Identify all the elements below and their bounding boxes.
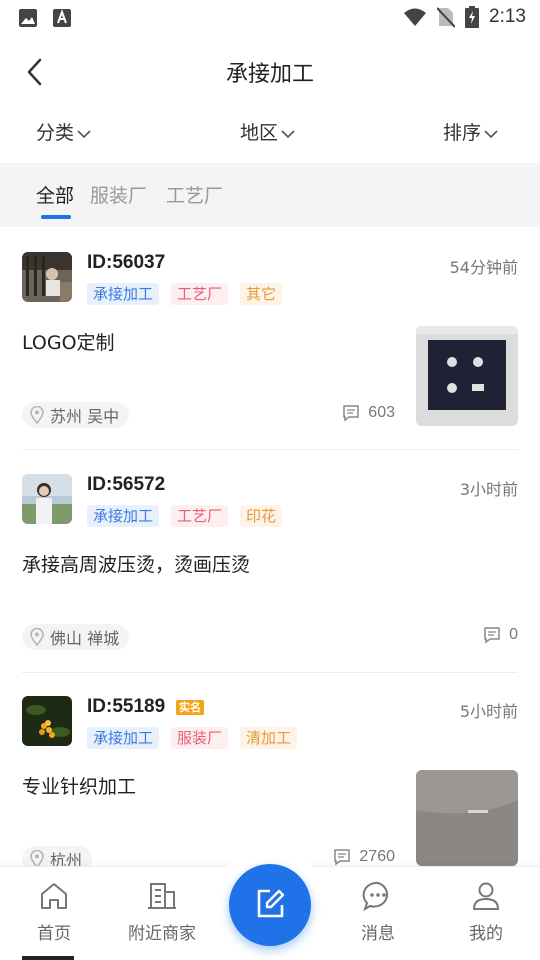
nav-profile[interactable]: 我的 <box>436 879 536 944</box>
wifi-icon <box>404 8 427 26</box>
tag: 服装厂 <box>171 727 229 749</box>
filter-label: 地区 <box>240 122 279 144</box>
tag: 承接加工 <box>87 727 160 749</box>
filter-label: 排序 <box>443 122 482 144</box>
no-sim-icon <box>437 7 456 28</box>
list-item[interactable]: ID:55189 实名 5小时前 承接加工 服装厂 清加工 专业针织加工 杭州 … <box>0 696 540 872</box>
page-title: 承接加工 <box>225 62 314 87</box>
nav-label: 附近商家 <box>128 924 196 944</box>
comment-icon <box>484 627 500 644</box>
home-icon <box>41 883 67 909</box>
nav-label: 首页 <box>37 924 71 944</box>
post-user-id: ID:56037 <box>87 252 166 273</box>
filter-region[interactable]: 地区 <box>240 118 296 145</box>
post-time: 5小时前 <box>459 702 518 721</box>
avatar[interactable] <box>22 474 72 524</box>
post-user-id: ID:55189 <box>87 696 166 717</box>
tab-all[interactable]: 全部 <box>36 181 74 208</box>
comment-count-value: 2760 <box>359 848 395 865</box>
a-icon <box>53 9 71 27</box>
post-user-id: ID:56572 <box>87 474 166 495</box>
comment-count[interactable]: 603 <box>342 404 395 422</box>
comment-count-value: 603 <box>368 404 395 421</box>
tab-garment-factory[interactable]: 服装厂 <box>90 181 147 208</box>
comment-icon <box>334 849 351 866</box>
comment-count[interactable]: 0 <box>483 626 518 644</box>
location-text: 佛山 禅城 <box>50 629 120 648</box>
nav-nearby-merchants[interactable]: 附近商家 <box>112 879 212 944</box>
user-icon <box>473 882 499 910</box>
tag: 其它 <box>240 283 283 305</box>
divider <box>22 449 518 450</box>
comment-icon <box>343 405 360 422</box>
category-tabs: 全部 服装厂 工艺厂 <box>0 163 540 227</box>
avatar[interactable] <box>22 252 72 302</box>
filter-bar: 分类 地区 排序 <box>0 108 540 160</box>
tag-list: 承接加工 服装厂 清加工 <box>87 727 298 749</box>
next-item-peek <box>22 956 74 960</box>
post-time: 3小时前 <box>459 480 518 499</box>
tag: 工艺厂 <box>171 283 229 305</box>
tag: 印花 <box>240 505 283 527</box>
publish-button[interactable] <box>229 864 311 946</box>
avatar[interactable] <box>22 696 72 746</box>
filter-label: 分类 <box>36 122 75 144</box>
tag: 承接加工 <box>87 283 160 305</box>
header: 承接加工 <box>0 36 540 106</box>
tag: 工艺厂 <box>171 505 229 527</box>
location-pin-icon <box>30 628 44 646</box>
comment-count[interactable]: 2760 <box>333 848 395 866</box>
comment-count-value: 0 <box>509 626 518 643</box>
tag: 清加工 <box>240 727 298 749</box>
active-tab-indicator <box>41 215 71 219</box>
verified-badge: 实名 <box>176 700 204 715</box>
nav-messages[interactable]: 消息 <box>328 879 428 944</box>
tag-list: 承接加工 工艺厂 印花 <box>87 505 283 527</box>
post-title: 专业针织加工 <box>22 776 137 798</box>
post-time: 54分钟前 <box>449 258 518 277</box>
image-icon <box>19 9 37 27</box>
chevron-down-icon <box>484 129 498 138</box>
message-icon <box>362 881 389 912</box>
post-title: LOGO定制 <box>22 332 115 354</box>
filter-sort[interactable]: 排序 <box>443 118 499 145</box>
chevron-down-icon <box>281 129 295 138</box>
nav-home[interactable]: 首页 <box>4 879 104 944</box>
nav-label: 消息 <box>361 924 395 944</box>
filter-category[interactable]: 分类 <box>36 118 92 145</box>
list-item[interactable]: ID:56572 3小时前 承接加工 工艺厂 印花 承接高周波压烫，烫画压烫 佛… <box>0 474 540 664</box>
tab-craft-factory[interactable]: 工艺厂 <box>166 181 223 208</box>
building-icon <box>148 883 176 909</box>
post-title: 承接高周波压烫，烫画压烫 <box>22 554 251 576</box>
edit-icon <box>257 889 285 918</box>
location-chip: 佛山 禅城 <box>22 624 130 650</box>
list-item[interactable]: ID:56037 54分钟前 承接加工 工艺厂 其它 LOGO定制 苏州 吴中 … <box>0 252 540 442</box>
post-thumbnail[interactable] <box>416 326 518 426</box>
chevron-down-icon <box>77 129 91 138</box>
location-text: 苏州 吴中 <box>50 407 120 426</box>
location-pin-icon <box>30 406 44 424</box>
nav-label: 我的 <box>469 924 503 944</box>
battery-charging-icon <box>465 6 480 28</box>
status-bar: 2:13 <box>0 0 540 36</box>
tag-list: 承接加工 工艺厂 其它 <box>87 283 283 305</box>
post-thumbnail[interactable] <box>416 770 518 866</box>
divider <box>22 672 518 673</box>
status-time: 2:13 <box>489 6 526 27</box>
tag: 承接加工 <box>87 505 160 527</box>
location-chip: 苏州 吴中 <box>22 402 130 428</box>
